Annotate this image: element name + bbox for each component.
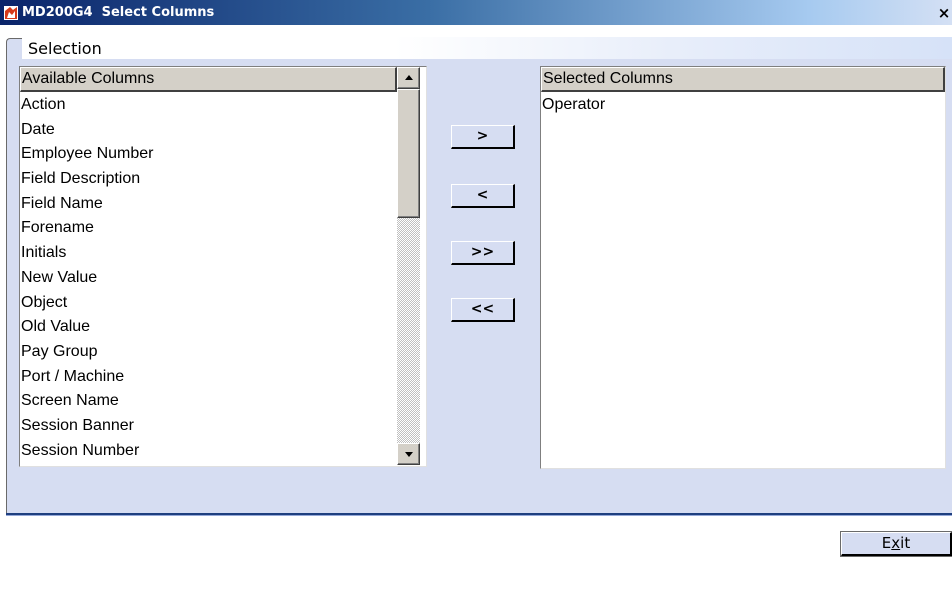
list-item[interactable]: Session Number — [21, 439, 154, 464]
available-items: Action Date Employee Number Field Descripti… — [21, 93, 154, 463]
exit-label-mnemonic: x — [891, 534, 901, 552]
arrow-down-icon — [405, 452, 413, 457]
group-title-bar — [22, 37, 952, 59]
selected-columns-list[interactable]: Selected Columns Operator — [540, 66, 946, 469]
list-item[interactable]: Date — [21, 118, 154, 143]
list-item[interactable]: Pay Group — [21, 340, 154, 365]
available-columns-list[interactable]: Available Columns Action Date Employee Num… — [19, 66, 427, 467]
list-item[interactable]: Field Name — [21, 192, 154, 217]
close-icon[interactable]: × — [937, 5, 951, 21]
scroll-thumb[interactable] — [397, 89, 420, 218]
app-logo-icon — [4, 5, 18, 20]
remove-column-button[interactable]: < — [451, 184, 515, 208]
scroll-down-button[interactable] — [397, 443, 420, 465]
list-item[interactable]: Field Description — [21, 167, 154, 192]
available-scrollbar[interactable] — [397, 67, 420, 465]
available-columns-header: Available Columns — [20, 67, 397, 92]
list-item[interactable]: Object — [21, 291, 154, 316]
add-all-columns-button[interactable]: >> — [451, 241, 515, 265]
list-item[interactable]: Screen Name — [21, 389, 154, 414]
list-item[interactable]: Employee Number — [21, 142, 154, 167]
exit-label-suffix: it — [900, 534, 911, 552]
arrow-up-icon — [405, 75, 413, 80]
list-item[interactable]: Session Banner — [21, 414, 154, 439]
scroll-up-button[interactable] — [397, 67, 420, 89]
exit-label-prefix: E — [881, 534, 892, 552]
separator-line — [6, 513, 952, 516]
group-label: Selection — [28, 39, 102, 58]
list-item[interactable]: Port / Machine — [21, 365, 154, 390]
list-item[interactable]: Old Value — [21, 315, 154, 340]
list-item[interactable]: Operator — [542, 93, 605, 118]
selected-columns-header: Selected Columns — [541, 67, 945, 92]
remove-all-columns-button[interactable]: << — [451, 298, 515, 322]
add-column-button[interactable]: > — [451, 125, 515, 149]
list-item[interactable]: Action — [21, 93, 154, 118]
exit-button[interactable]: Exit — [841, 532, 952, 556]
title-bar[interactable]: MD200G4 Select Columns × — [0, 0, 952, 25]
list-item[interactable]: New Value — [21, 266, 154, 291]
list-item[interactable]: Initials — [21, 241, 154, 266]
window-title: MD200G4 Select Columns — [22, 5, 215, 20]
list-item[interactable]: Forename — [21, 216, 154, 241]
selected-items: Operator — [542, 93, 605, 118]
